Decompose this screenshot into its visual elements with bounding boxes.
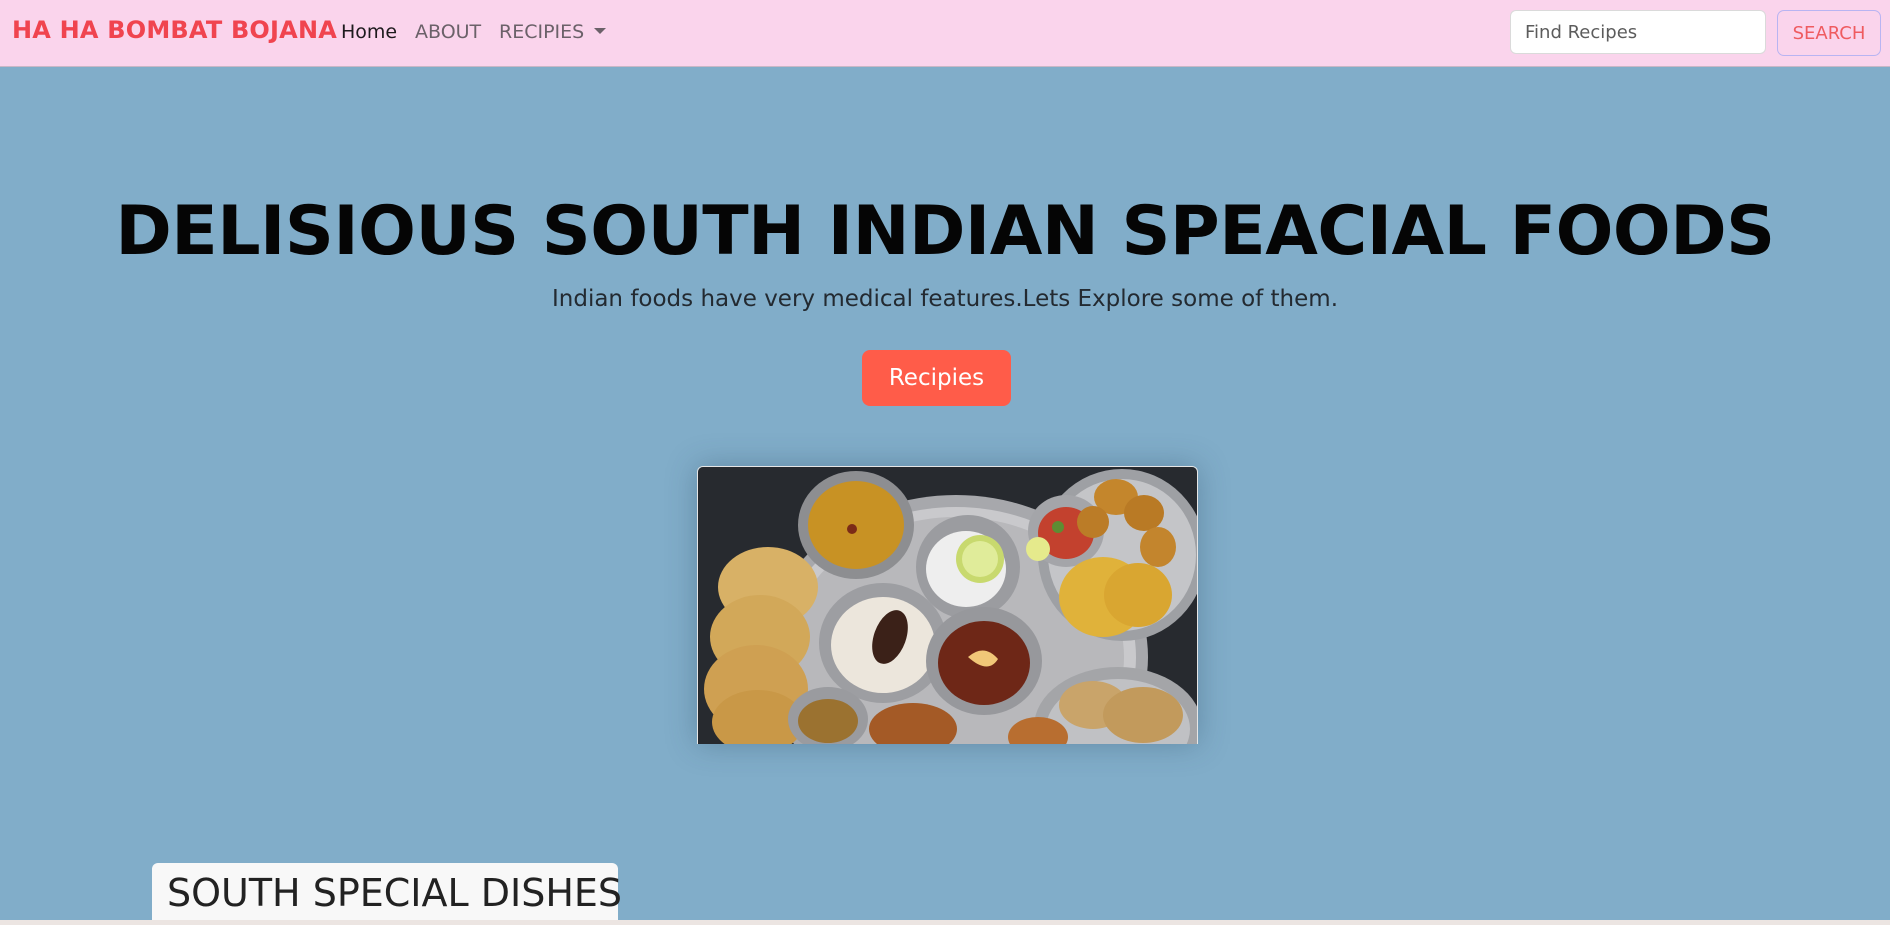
nav-link-home[interactable]: Home [341, 21, 397, 43]
brand-logo[interactable]: HA HA BOMBAT BOJANA [12, 16, 337, 44]
hero-subtitle: Indian foods have very medical features.… [551, 286, 1339, 312]
recipies-button[interactable]: Recipies [862, 350, 1011, 406]
search-input[interactable] [1510, 10, 1766, 54]
search-button[interactable]: SEARCH [1777, 10, 1881, 56]
section-heading: SOUTH SPECIAL DISHES [152, 863, 622, 925]
nav-dropdown-recipies[interactable]: RECIPIES [499, 21, 607, 43]
nav-dropdown-label: RECIPIES [499, 21, 585, 43]
nav-link-about[interactable]: ABOUT [415, 21, 481, 43]
navbar: HA HA BOMBAT BOJANA Home ABOUT RECIPIES … [0, 0, 1890, 67]
divider [0, 920, 1890, 925]
caret-down-icon [594, 28, 607, 34]
hero-title: DELISIOUS SOUTH INDIAN SPEACIAL FOODS [115, 192, 1775, 271]
thali-food-image [697, 466, 1198, 744]
